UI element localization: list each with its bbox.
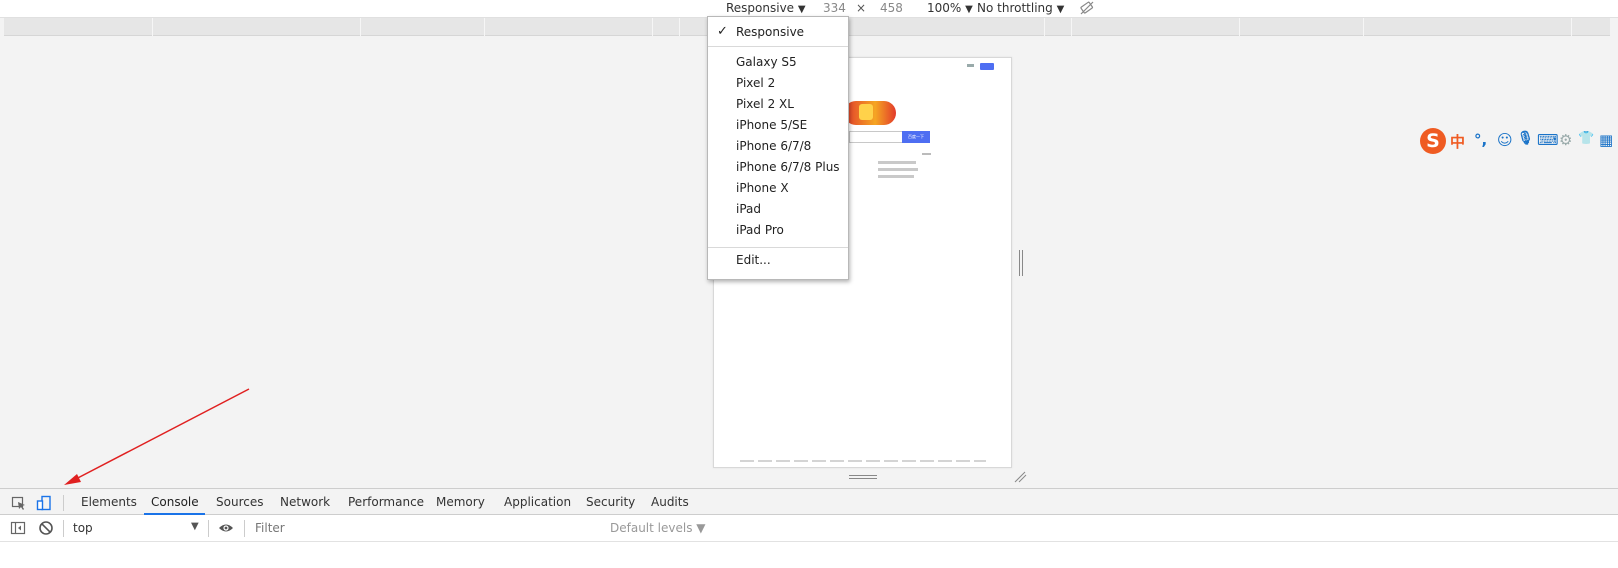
emulated-hot-item [878, 161, 916, 164]
device-toolbar-toggle-icon[interactable] [36, 495, 52, 511]
device-option[interactable]: iPad Pro [736, 223, 784, 237]
device-option[interactable]: iPhone X [736, 181, 789, 195]
height-field[interactable]: 458 [880, 1, 903, 15]
device-dropdown-menu: ✓ Responsive Galaxy S5 Pixel 2 Pixel 2 X… [707, 16, 849, 280]
context-select[interactable]: top [73, 521, 93, 535]
media-query-tick [1571, 18, 1572, 36]
media-query-tick [1363, 18, 1364, 36]
check-icon: ✓ [717, 24, 728, 39]
device-option-responsive[interactable]: Responsive [736, 25, 804, 39]
tab-sources[interactable]: Sources [216, 495, 263, 509]
menu-separator [708, 247, 848, 248]
chevron-down-icon[interactable]: ▼ [191, 521, 199, 532]
console-output[interactable] [0, 542, 1618, 568]
toolbar-separator [63, 495, 64, 511]
toolbar-separator [244, 520, 245, 537]
throttling-select[interactable]: No throttling ▼ [977, 1, 1064, 15]
toolbar-separator [208, 520, 209, 537]
menu-separator [708, 46, 848, 47]
tab-memory[interactable]: Memory [436, 495, 485, 509]
microphone-icon[interactable]: 🎙 [1517, 131, 1534, 146]
devtools-tab-bar: Elements Console Sources Network Perform… [0, 488, 1618, 515]
media-query-tick [152, 18, 153, 36]
media-query-tick [679, 18, 680, 36]
device-option[interactable]: Pixel 2 [736, 76, 775, 90]
chevron-down-icon: ▼ [797, 4, 806, 15]
device-select-label: Responsive [726, 1, 795, 15]
viewport-resize-corner[interactable] [1013, 471, 1027, 483]
console-toolbar: top ▼ Filter Default levels ▼ [0, 515, 1618, 542]
ime-toolbar: S 中 °, ☺ 🎙 ⌨ ⚙ 👕 ▦ [1420, 128, 1618, 154]
width-field[interactable]: 334 [823, 1, 846, 15]
device-option[interactable]: iPhone 6/7/8 [736, 139, 811, 153]
filter-input[interactable]: Filter [251, 518, 601, 539]
tab-application[interactable]: Application [504, 495, 571, 509]
media-query-tick [652, 18, 653, 36]
punctuation-icon[interactable]: °, [1474, 131, 1487, 149]
sogou-logo-icon[interactable]: S [1420, 128, 1446, 154]
rotate-icon[interactable] [1079, 0, 1095, 16]
media-query-tick [484, 18, 485, 36]
zoom-select-label: 100% [927, 1, 962, 15]
toolbar-separator [63, 520, 64, 537]
tools-icon[interactable]: ⚙ [1559, 131, 1572, 149]
tab-network[interactable]: Network [280, 495, 330, 509]
device-option[interactable]: iPhone 5/SE [736, 118, 807, 132]
emulated-hot-item [878, 168, 918, 171]
device-option[interactable]: iPad [736, 202, 761, 216]
sidebar-toggle-icon[interactable] [10, 520, 26, 536]
dimension-separator: × [856, 1, 867, 15]
tab-elements[interactable]: Elements [81, 495, 137, 509]
emoji-icon[interactable]: ☺ [1497, 131, 1513, 149]
emulated-hot-label [922, 153, 931, 155]
tab-console[interactable]: Console [151, 495, 199, 509]
emulated-search-input [849, 131, 902, 143]
emulated-nav-link [967, 64, 974, 67]
emulated-footer [740, 460, 986, 462]
media-query-tick [360, 18, 361, 36]
device-select[interactable]: Responsive ▼ [726, 1, 806, 15]
media-query-tick [1044, 18, 1045, 36]
zoom-select[interactable]: 100% ▼ [927, 1, 973, 15]
tab-performance[interactable]: Performance [348, 495, 424, 509]
device-option[interactable]: Pixel 2 XL [736, 97, 794, 111]
device-option-edit[interactable]: Edit... [736, 253, 771, 267]
tab-audits[interactable]: Audits [651, 495, 689, 509]
inspect-element-icon[interactable] [11, 495, 27, 511]
device-option[interactable]: iPhone 6/7/8 Plus [736, 160, 840, 174]
emulated-logo-mark [859, 104, 873, 120]
throttling-select-label: No throttling [977, 1, 1053, 15]
keyboard-icon[interactable]: ⌨ [1537, 131, 1559, 149]
tab-security[interactable]: Security [586, 495, 635, 509]
skin-icon[interactable]: 👕 [1578, 131, 1594, 146]
chevron-down-icon: ▼ [1056, 4, 1065, 15]
device-option[interactable]: Galaxy S5 [736, 55, 797, 69]
log-levels-select[interactable]: Default levels ▼ [610, 521, 706, 535]
emulated-search-button: 百度一下 [902, 131, 930, 143]
emulated-hot-item [878, 175, 914, 178]
viewport-resize-handle-bottom[interactable] [849, 474, 877, 480]
clear-console-icon[interactable] [38, 520, 54, 536]
chevron-down-icon: ▼ [965, 4, 973, 15]
chinese-mode-icon[interactable]: 中 [1450, 131, 1465, 152]
viewport-resize-handle-right[interactable] [1017, 250, 1025, 276]
media-query-tick [1239, 18, 1240, 36]
eye-icon[interactable] [218, 520, 234, 536]
apps-grid-icon[interactable]: ▦ [1599, 131, 1613, 149]
devtools-screen: Responsive ▼ 334 × 458 100% ▼ No throttl… [0, 0, 1618, 568]
media-query-tick [1071, 18, 1072, 36]
emulated-login-button [980, 63, 994, 70]
